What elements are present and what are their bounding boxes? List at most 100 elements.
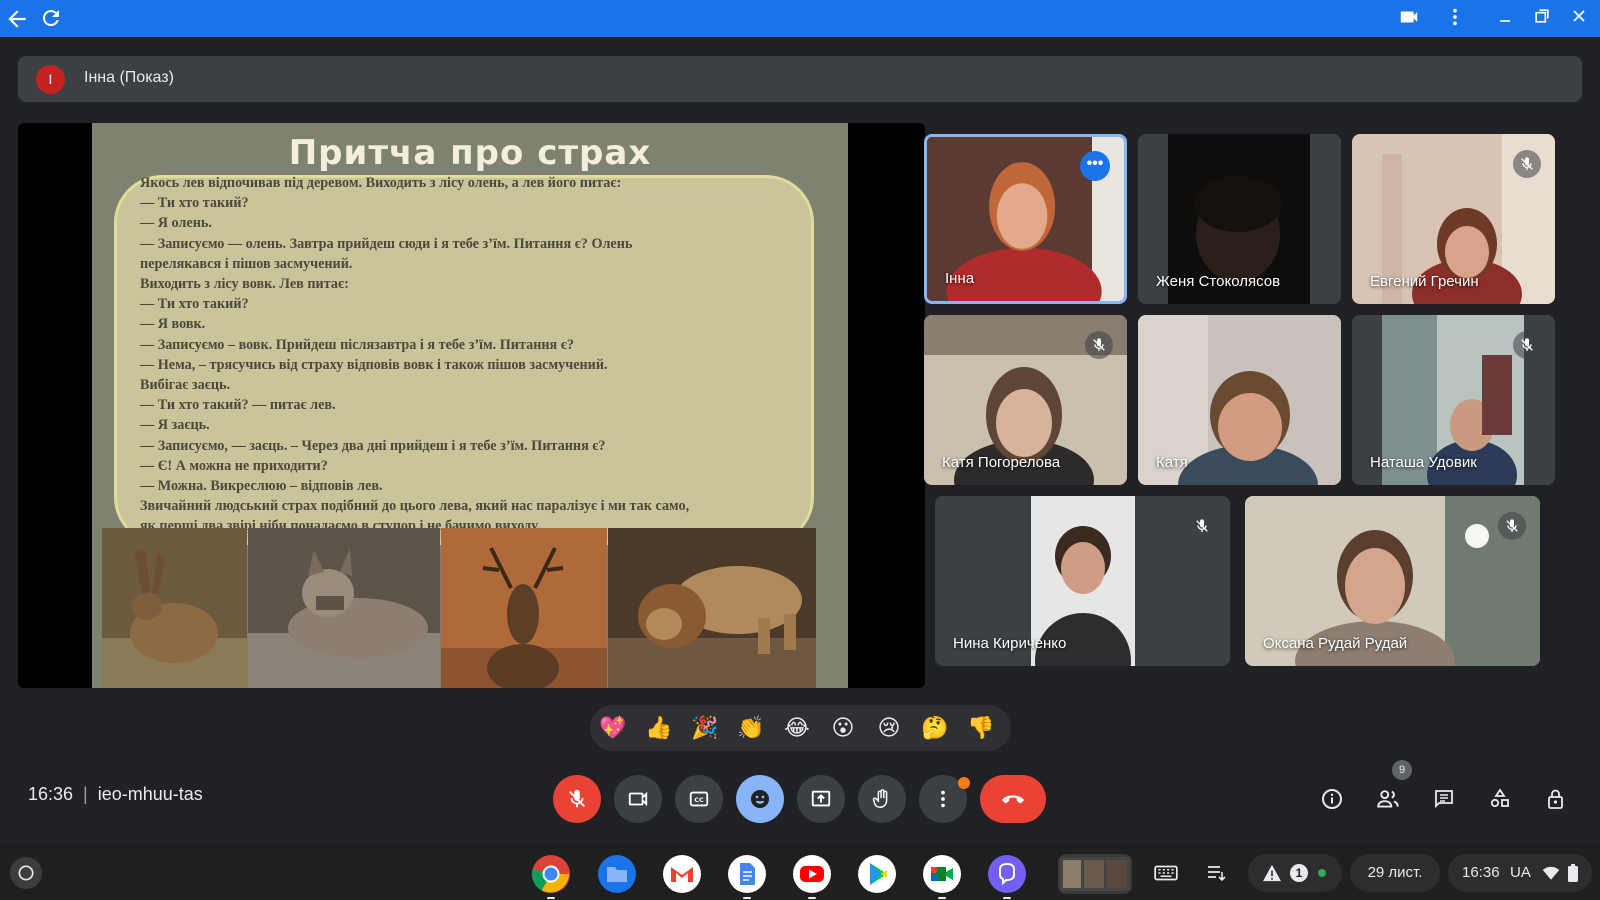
captions-button[interactable]: CC (675, 775, 723, 823)
meet-app[interactable] (922, 854, 962, 899)
slide-text-line: — Я заєць. (140, 417, 210, 434)
keyboard-button[interactable] (1150, 857, 1182, 889)
participant-count-badge: 9 (1392, 760, 1412, 780)
window-menu-icon[interactable] (1442, 6, 1468, 32)
shared-screen[interactable]: Притча про страх Якось лев відпочивав пі… (18, 123, 925, 688)
system-tray[interactable]: 16:36 UA (1448, 854, 1592, 892)
chat-button[interactable] (1428, 783, 1460, 815)
participant-tile[interactable]: Оксана Рудай Рудай (1245, 496, 1540, 666)
meet-icon (923, 855, 961, 893)
raise-hand-button[interactable] (858, 775, 906, 823)
clipboard-button[interactable] (1200, 857, 1232, 889)
running-indicator (743, 897, 751, 899)
present-button[interactable] (797, 775, 845, 823)
running-indicator (1003, 897, 1011, 899)
reload-icon[interactable] (38, 6, 64, 32)
party-popper-reaction[interactable]: 🎉 (690, 713, 720, 743)
slide-text-line: — Ти хто такий? (140, 296, 249, 313)
present-screen-icon (811, 790, 831, 807)
date-button[interactable]: 29 лист. (1350, 854, 1440, 892)
battery-icon (1568, 864, 1578, 882)
files-app[interactable] (597, 854, 637, 894)
thumbs-up-reaction[interactable]: 👍 (644, 713, 674, 743)
minimize-icon[interactable] (1492, 6, 1518, 32)
slide-text-line: — Є! А можна не приходити? (140, 457, 328, 474)
slide-text-line: — Нема, – трясучись від страху відповів … (140, 356, 608, 373)
viber-app[interactable] (987, 854, 1027, 899)
participant-tile[interactable]: Евгений Гречин (1352, 134, 1555, 304)
camera-toggle-button[interactable] (614, 775, 662, 823)
participant-name: Інна (945, 270, 975, 287)
window-preview-icon (1060, 857, 1130, 891)
participant-tile[interactable]: Катя Погорелова (924, 315, 1127, 485)
raise-hand-icon (872, 789, 888, 808)
slide-text-line: перелякався і пішов засмучений. (140, 255, 353, 272)
meeting-time: 16:36 (28, 784, 74, 804)
running-indicator (547, 897, 555, 899)
presenter-avatar: І (36, 65, 65, 94)
window-thumbnail[interactable] (1058, 854, 1132, 894)
microphone-toggle-button[interactable] (553, 775, 601, 823)
participant-name: Катя Погорелова (942, 454, 1061, 471)
info-icon (1322, 789, 1342, 809)
participant-tile[interactable]: ••• Інна (924, 134, 1127, 304)
presenter-banner: І Інна (Показ) (18, 56, 1582, 102)
status-dot (1318, 869, 1326, 877)
participant-tile[interactable]: Женя Стоколясов (1138, 134, 1341, 304)
gmail-icon (663, 855, 701, 893)
microphone-off-icon (569, 789, 585, 808)
participant-name: Женя Стоколясов (1156, 273, 1281, 290)
close-icon[interactable] (1566, 6, 1592, 32)
slide-title: Притча про страх (288, 133, 652, 173)
wolf-photo (248, 528, 440, 688)
presenter-label: Інна (Показ) (84, 69, 174, 86)
participant-name: Евгений Гречин (1370, 273, 1479, 290)
participant-name: Наташа Удовик (1370, 454, 1477, 471)
slide-text-line: — Записуємо – вовк. Прийдеш післязавтра … (140, 336, 574, 353)
people-button[interactable] (1372, 783, 1404, 815)
more-options-icon[interactable]: ••• (1080, 151, 1110, 181)
launcher-circle-icon (18, 865, 34, 881)
meeting-info: 16:36 | ieo-mhuu-tas (28, 784, 203, 805)
sparkling-heart-reaction[interactable]: 💖 (598, 713, 628, 743)
meeting-details-button[interactable] (1316, 783, 1348, 815)
hang-up-icon (1002, 795, 1024, 804)
slide-text-line: — Я вовк. (140, 316, 206, 333)
reactions-button[interactable] (736, 775, 784, 823)
presentation-slide: Притча про страх Якось лев відпочивав пі… (92, 123, 848, 688)
meeting-code: ieo-mhuu-tas (97, 784, 203, 804)
gmail-app[interactable] (662, 854, 702, 894)
restore-icon[interactable] (1529, 6, 1555, 32)
surprised-reaction[interactable]: 😮 (828, 713, 858, 743)
slide-text: Якось лев відпочивав під деревом. Виходи… (140, 173, 810, 537)
thinking-reaction[interactable]: 🤔 (920, 713, 950, 743)
viber-icon (988, 855, 1026, 893)
youtube-app[interactable] (792, 854, 832, 899)
chrome-app[interactable] (531, 854, 571, 899)
keyboard-icon (1154, 865, 1178, 881)
thumbs-down-reaction[interactable]: 👎 (966, 713, 996, 743)
participant-tile[interactable]: Катя (1138, 315, 1341, 485)
activities-button[interactable] (1484, 783, 1516, 815)
leave-call-button[interactable] (980, 775, 1046, 823)
participant-tile[interactable]: Наташа Удовик (1352, 315, 1555, 485)
play-store-app[interactable] (857, 854, 897, 894)
crying-reaction[interactable]: 😢 (874, 713, 904, 743)
svg-text:CC: CC (694, 796, 704, 804)
participant-name: Нина Кириченко (953, 635, 1067, 652)
launcher-button[interactable] (10, 857, 42, 889)
folder-icon (598, 855, 636, 893)
docs-app[interactable] (727, 854, 767, 899)
participant-tile[interactable]: Нина Кириченко (935, 496, 1230, 666)
people-icon (1377, 790, 1399, 808)
host-controls-button[interactable] (1540, 783, 1572, 815)
wifi-icon (1542, 866, 1560, 880)
back-arrow-icon[interactable] (4, 6, 30, 32)
clock-time: 16:36 (1462, 864, 1500, 881)
camera-status-icon[interactable] (1396, 6, 1422, 32)
captions-icon: CC (689, 791, 709, 807)
laughing-reaction[interactable]: 😂 (782, 713, 812, 743)
notification-area[interactable]: 1 (1248, 854, 1342, 892)
clapping-reaction[interactable]: 👏 (736, 713, 766, 743)
notification-count: 1 (1290, 864, 1308, 882)
